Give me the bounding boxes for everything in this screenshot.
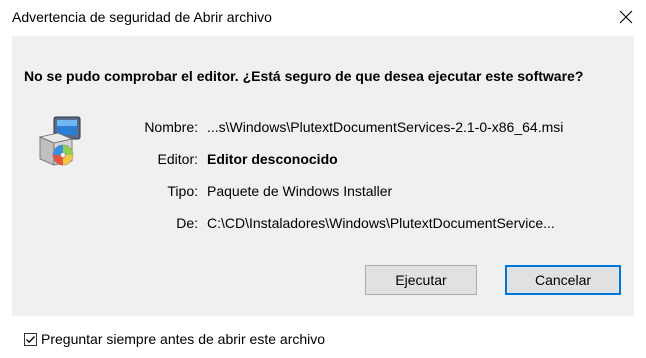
publisher-value: Editor desconocido [207,151,338,167]
always-ask-label[interactable]: Preguntar siempre antes de abrir este ar… [41,331,325,347]
publisher-label: Editor: [157,151,198,167]
from-value: C:\CD\Instaladores\Windows\PlutextDocume… [207,215,555,231]
window-title: Advertencia de seguridad de Abrir archiv… [12,9,272,25]
close-icon [619,10,633,24]
type-label: Tipo: [167,183,198,199]
warning-question: No se pudo comprobar el editor. ¿Está se… [24,68,584,84]
from-label: De: [176,215,198,231]
always-ask-checkbox[interactable] [24,333,37,346]
cancel-button[interactable]: Cancelar [505,265,621,295]
name-label: Nombre: [144,119,198,135]
type-value: Paquete de Windows Installer [207,183,393,199]
title-bar: Advertencia de seguridad de Abrir archiv… [0,0,646,36]
checkmark-icon [26,336,35,344]
name-value: ...s\Windows\PlutextDocumentServices-2.1… [207,119,564,135]
run-button[interactable]: Ejecutar [365,265,477,295]
close-button[interactable] [606,0,646,34]
